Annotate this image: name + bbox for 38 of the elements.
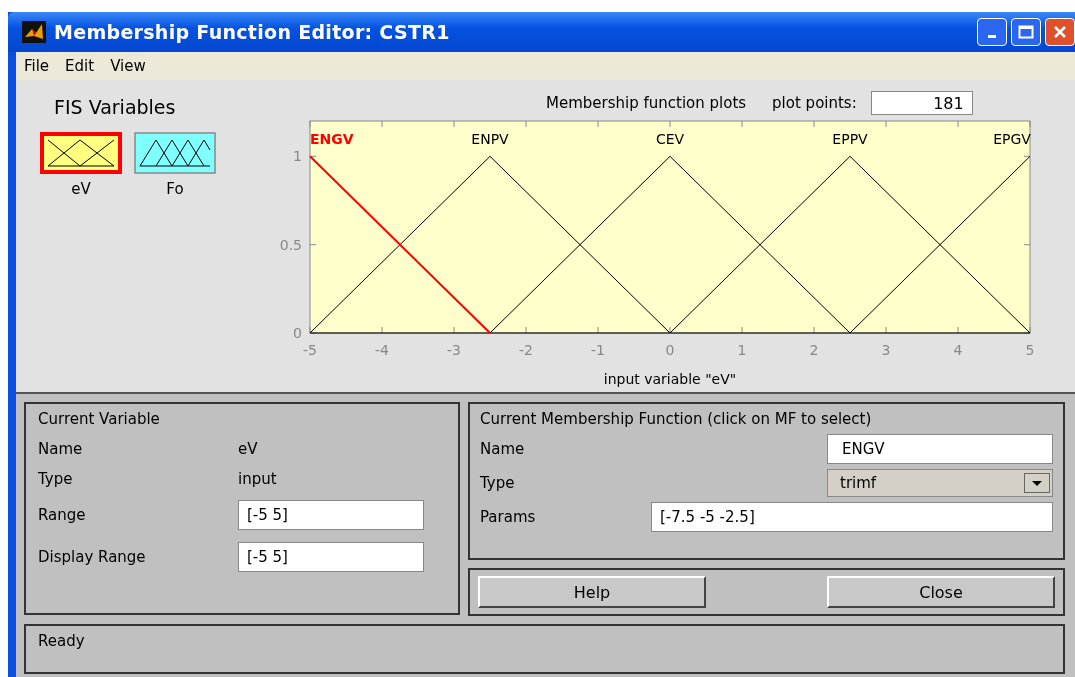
mf-label: EPGV: [993, 131, 1031, 147]
variable-type: input: [238, 470, 278, 488]
variable-name: eV: [238, 440, 259, 458]
field-label: Params: [480, 508, 536, 526]
x-tick-label: 0: [665, 342, 675, 358]
mf-label: CEV: [655, 131, 685, 147]
plot-points-label: plot points:: [772, 94, 857, 112]
plot-title: Membership function plots: [546, 94, 747, 112]
mf-label: ENGV: [310, 131, 354, 147]
window-title: Membership Function Editor: CSTR1: [54, 21, 450, 43]
y-tick-label: 0: [293, 325, 302, 341]
field-label: Type: [38, 470, 74, 488]
y-tick-label: 0.5: [279, 236, 302, 253]
x-tick-label: -4: [375, 342, 389, 358]
field-label: Name: [38, 440, 84, 458]
x-tick-label: 1: [737, 342, 747, 358]
mf-label: ENPV: [471, 131, 509, 147]
status-bar: Ready: [24, 624, 1065, 674]
x-tick-label: -2: [519, 342, 533, 358]
x-tick-label: 5: [1025, 342, 1035, 358]
y-tick-label: 1: [293, 148, 302, 165]
field-label: Type: [480, 474, 515, 492]
variable-label: Fo: [166, 180, 184, 198]
panel-title: Current Variable: [38, 410, 161, 428]
x-tick-label: 4: [953, 342, 963, 358]
mf-label: EPPV: [832, 131, 868, 147]
panel-title: Current Membership Function (click on MF to select): [480, 410, 873, 428]
x-tick-label: -3: [447, 342, 461, 358]
x-axis-label: input variable "eV": [603, 371, 737, 387]
x-tick-label: -1: [591, 342, 605, 358]
field-label: Range: [38, 506, 87, 524]
x-tick-label: -5: [303, 342, 317, 358]
section-title: FIS Variables: [54, 96, 177, 118]
x-tick-label: 3: [881, 342, 891, 358]
field-label: Name: [480, 440, 525, 458]
x-tick-label: 2: [809, 342, 819, 358]
field-label: Display Range: [38, 548, 147, 566]
variable-label: eV: [71, 180, 91, 198]
